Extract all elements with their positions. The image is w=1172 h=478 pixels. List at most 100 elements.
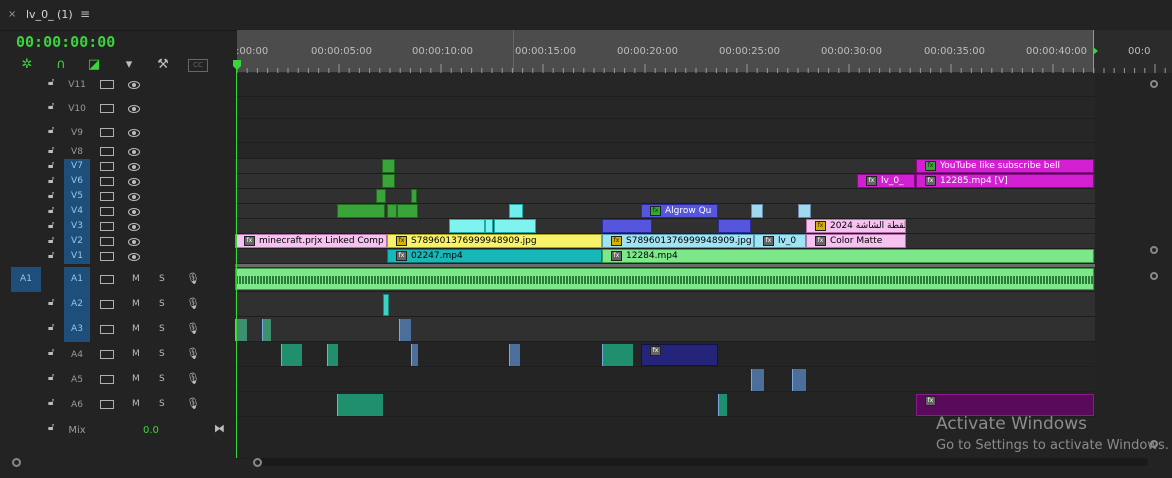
playhead-line[interactable] [236, 60, 237, 458]
lv0-clip[interactable]: fx lv_0_ [857, 174, 915, 188]
video-clip[interactable] [411, 189, 417, 203]
track-name[interactable]: A1 [64, 267, 90, 292]
lock-icon[interactable]: 🔓︎ [48, 422, 54, 433]
audio-scroll-handle-top[interactable] [1150, 272, 1158, 280]
eye-icon[interactable] [128, 178, 140, 186]
audio-clip[interactable] [337, 394, 383, 416]
audio-clip[interactable] [509, 344, 520, 366]
minecraft-comp-clip[interactable]: fx minecraft.prjx Linked Comp 03 [235, 234, 387, 248]
video-clip[interactable] [494, 219, 536, 233]
eye-icon[interactable] [128, 163, 140, 171]
captions-icon[interactable]: CC [188, 59, 208, 72]
video-clip[interactable] [751, 204, 763, 218]
lock-icon[interactable]: 🔓︎ [48, 77, 54, 88]
lock-icon[interactable]: 🔓︎ [48, 145, 54, 156]
eye-icon[interactable] [128, 223, 140, 231]
mix-end-icon[interactable]: ⧓ [214, 422, 225, 435]
eye-icon[interactable] [128, 193, 140, 201]
track-name[interactable]: A6 [64, 400, 90, 410]
microphone-icon[interactable]: 🎙︎ [186, 397, 200, 410]
track-name[interactable]: V5 [64, 189, 90, 204]
video-scroll-handle-top[interactable] [1150, 80, 1158, 88]
eye-icon[interactable] [128, 81, 140, 89]
audio-clip-algrow[interactable]: fx [641, 344, 718, 366]
video-clip[interactable] [449, 219, 485, 233]
track-name[interactable]: V7 [64, 159, 90, 174]
lock-icon[interactable]: 🔓︎ [48, 347, 54, 358]
audio-clip[interactable] [383, 294, 389, 316]
microphone-icon[interactable]: 🎙︎ [186, 297, 200, 310]
lock-icon[interactable]: 🔓︎ [48, 372, 54, 383]
panel-menu-icon[interactable]: ≡ [80, 7, 90, 21]
video-clip[interactable] [798, 204, 811, 218]
lock-icon[interactable]: 🔓︎ [48, 250, 54, 261]
arabic-title-clip[interactable]: fx لقطة الشاشة 2024 [806, 219, 906, 233]
sync-lock-icon[interactable] [100, 207, 114, 216]
eye-icon[interactable] [128, 129, 140, 137]
audio-clip[interactable] [281, 344, 302, 366]
track-name[interactable]: A4 [64, 350, 90, 360]
zoom-handle-right[interactable] [253, 458, 262, 467]
audio-clip[interactable] [751, 369, 764, 391]
playhead-timecode[interactable]: 00:00:00:00 [16, 33, 115, 51]
track-name[interactable]: V9 [64, 128, 90, 138]
audio-clip[interactable] [327, 344, 338, 366]
lock-icon[interactable]: 🔓︎ [48, 175, 54, 186]
image-clip-2[interactable]: fx S789601376999948909.jpg [602, 234, 754, 248]
lock-icon[interactable]: 🔓︎ [48, 397, 54, 408]
eye-icon[interactable] [128, 253, 140, 261]
track-name[interactable]: A3 [64, 317, 90, 342]
track-name[interactable]: V1 [64, 249, 90, 264]
horizontal-scrollbar[interactable] [258, 458, 1148, 466]
video-clip[interactable] [602, 219, 652, 233]
add-marker-icon[interactable]: ◪ [86, 57, 102, 73]
youtube-clip[interactable]: fx YouTube like subscribe bell [916, 159, 1094, 173]
close-tab-icon[interactable]: × [8, 9, 16, 20]
sync-lock-icon[interactable] [100, 128, 114, 137]
video-clip-12284[interactable]: fx 12284.mp4 [602, 249, 1094, 263]
video-scroll-handle-bottom[interactable] [1150, 246, 1158, 254]
sync-lock-icon[interactable] [100, 80, 114, 89]
lock-icon[interactable]: 🔓︎ [48, 160, 54, 171]
mute-button[interactable]: M [132, 399, 140, 409]
linked-selection-icon[interactable]: ∩ [53, 57, 69, 73]
track-lane-v3[interactable] [235, 219, 1095, 234]
solo-button[interactable]: S [159, 324, 165, 334]
lock-icon[interactable]: 🔓︎ [48, 322, 54, 333]
track-lane-v8[interactable] [235, 143, 1095, 159]
video-clip[interactable] [397, 204, 418, 218]
timeline-tracks[interactable]: fx YouTube like subscribe bell fx lv_0_ fx… [235, 73, 1095, 459]
solo-button[interactable]: S [159, 399, 165, 409]
track-lane-a3[interactable] [235, 317, 1095, 342]
video-clip[interactable] [509, 204, 523, 218]
track-name[interactable]: V4 [64, 204, 90, 219]
image-clip-1[interactable]: fx S789601376999948909.jpg [387, 234, 602, 248]
audio-clip-a1[interactable] [235, 268, 1094, 290]
track-name[interactable]: V2 [64, 234, 90, 249]
mix-volume-value[interactable]: 0.0 [143, 425, 159, 436]
video-clip[interactable] [387, 204, 397, 218]
mute-button[interactable]: M [132, 349, 140, 359]
mute-button[interactable]: M [132, 374, 140, 384]
lock-icon[interactable]: 🔓︎ [48, 205, 54, 216]
sync-lock-icon[interactable] [100, 162, 114, 171]
zoom-handle-left[interactable] [12, 458, 21, 467]
lv0-nested-clip[interactable]: fx lv_0 [754, 234, 806, 248]
track-lane-v5[interactable] [235, 189, 1095, 204]
sync-lock-icon[interactable] [100, 147, 114, 156]
sync-lock-icon[interactable] [100, 252, 114, 261]
sync-lock-icon[interactable] [100, 104, 114, 113]
solo-button[interactable]: S [159, 299, 165, 309]
track-name[interactable]: V10 [64, 104, 90, 114]
microphone-icon[interactable]: 🎙︎ [186, 347, 200, 360]
track-lane-v10[interactable] [235, 97, 1095, 119]
track-name[interactable]: V6 [64, 174, 90, 189]
sync-lock-icon[interactable] [100, 300, 114, 309]
eye-icon[interactable] [128, 148, 140, 156]
lock-icon[interactable]: 🔓︎ [48, 101, 54, 112]
lock-icon[interactable]: 🔓︎ [48, 190, 54, 201]
sync-lock-icon[interactable] [100, 375, 114, 384]
track-lane-v11[interactable] [235, 73, 1095, 97]
audio-clip[interactable] [792, 369, 806, 391]
track-lane-v9[interactable] [235, 119, 1095, 143]
